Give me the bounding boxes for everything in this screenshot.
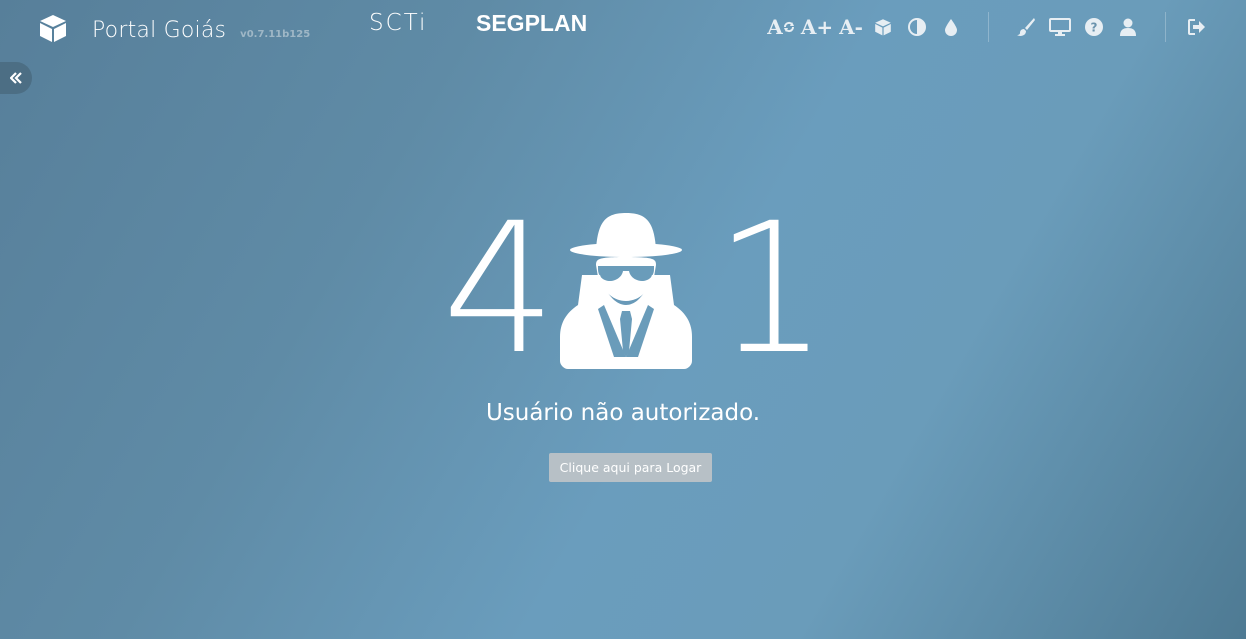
error-code: 4 1 [0, 200, 1246, 380]
drop-icon [944, 18, 958, 36]
toolbar-divider [988, 12, 989, 42]
spy-icon [560, 213, 692, 369]
top-bar: Portal Goiás v0.7.11b125 SCTi SEGPLAN A … [0, 0, 1246, 56]
contrast-button[interactable] [900, 13, 934, 41]
logout-button[interactable] [1186, 13, 1208, 41]
font-decrease-button[interactable]: A- [836, 13, 866, 41]
brand[interactable]: Portal Goiás v0.7.11b125 [38, 13, 310, 47]
toolbar: A A+ A- ? [764, 12, 1208, 42]
font-reset-label: A [767, 15, 783, 39]
contrast-icon [908, 18, 926, 36]
error-digit-left: 4 [442, 185, 557, 394]
theme-button[interactable] [1009, 13, 1043, 41]
scti-logo: SCTi [369, 10, 428, 36]
display-button[interactable] [1043, 13, 1077, 41]
font-decrease-label: A- [839, 15, 863, 39]
refresh-icon [783, 21, 795, 33]
sidebar-toggle-button[interactable] [0, 62, 32, 94]
user-button[interactable] [1111, 13, 1145, 41]
help-button[interactable]: ? [1077, 13, 1111, 41]
user-icon [1119, 18, 1137, 36]
app-version: v0.7.11b125 [240, 29, 311, 40]
font-increase-button[interactable]: A+ [800, 13, 834, 41]
double-chevron-left-icon [9, 69, 22, 88]
error-message: Usuário não autorizado. [485, 400, 761, 426]
paint-brush-icon [1016, 17, 1036, 37]
error-digit-right: 1 [714, 185, 829, 394]
toolbar-divider [1165, 12, 1166, 42]
grayscale-button[interactable] [934, 13, 968, 41]
segplan-logo: SEGPLAN [476, 10, 588, 36]
question-circle-icon: ? [1085, 18, 1103, 36]
font-increase-label: A+ [800, 15, 834, 39]
sign-out-icon [1188, 19, 1206, 35]
login-button[interactable]: Clique aqui para Logar [549, 453, 712, 482]
cube-icon [38, 13, 68, 47]
cube-icon [874, 18, 892, 36]
svg-text:?: ? [1091, 21, 1098, 35]
font-reset-button[interactable]: A [764, 13, 798, 41]
monitor-icon [1049, 18, 1071, 36]
app-title: Portal Goiás [92, 17, 227, 43]
cube-button[interactable] [866, 13, 900, 41]
